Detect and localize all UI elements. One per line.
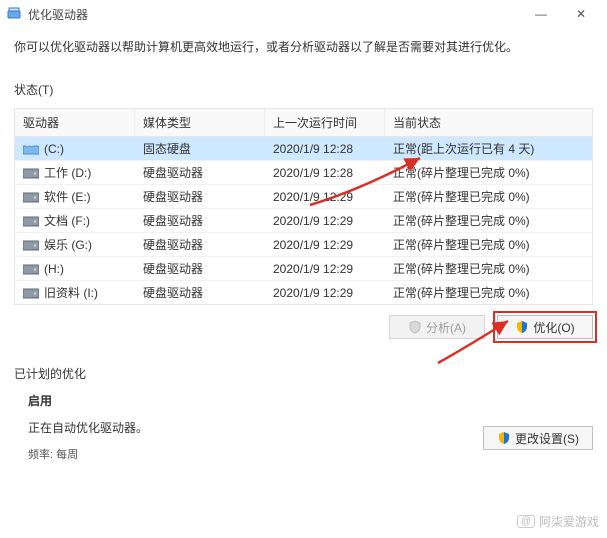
action-buttons: 分析(A) 优化(O) bbox=[0, 305, 607, 347]
last-run-cell: 2020/1/9 12:29 bbox=[265, 185, 385, 208]
schedule-heading: 已计划的优化 bbox=[0, 347, 607, 384]
analyze-label: 分析(A) bbox=[426, 319, 466, 336]
last-run-cell: 2020/1/9 12:29 bbox=[265, 257, 385, 280]
status-cell: 正常(距上次运行已有 4 天) bbox=[385, 137, 592, 160]
status-cell: 正常(碎片整理已完成 0%) bbox=[385, 281, 592, 304]
shield-icon bbox=[497, 431, 511, 445]
drive-icon bbox=[23, 167, 39, 179]
last-run-cell: 2020/1/9 12:29 bbox=[265, 233, 385, 256]
app-icon bbox=[6, 6, 22, 22]
optimize-label: 优化(O) bbox=[533, 319, 574, 336]
table-row[interactable]: (C:) 固态硬盘2020/1/9 12:28正常(距上次运行已有 4 天) bbox=[15, 137, 592, 161]
drive-icon bbox=[23, 215, 39, 227]
drive-name: 软件 (E:) bbox=[44, 188, 91, 205]
status-cell: 正常(碎片整理已完成 0%) bbox=[385, 209, 592, 232]
table-row[interactable]: 娱乐 (G:) 硬盘驱动器2020/1/9 12:29正常(碎片整理已完成 0%) bbox=[15, 233, 592, 257]
minimize-button[interactable]: — bbox=[521, 2, 561, 26]
last-run-cell: 2020/1/9 12:29 bbox=[265, 209, 385, 232]
optimize-button[interactable]: 优化(O) bbox=[497, 315, 593, 339]
media-type-cell: 固态硬盘 bbox=[135, 137, 265, 160]
status-cell: 正常(碎片整理已完成 0%) bbox=[385, 257, 592, 280]
description-text: 你可以优化驱动器以帮助计算机更高效地运行，或者分析驱动器以了解是否需要对其进行优… bbox=[0, 28, 607, 63]
watermark-text: 阿柒爱游戏 bbox=[539, 513, 599, 530]
status-cell: 正常(碎片整理已完成 0%) bbox=[385, 233, 592, 256]
media-type-cell: 硬盘驱动器 bbox=[135, 233, 265, 256]
status-cell: 正常(碎片整理已完成 0%) bbox=[385, 161, 592, 184]
title-bar: 优化驱动器 — ✕ bbox=[0, 0, 607, 28]
last-run-cell: 2020/1/9 12:29 bbox=[265, 281, 385, 304]
drive-name: (C:) bbox=[44, 142, 64, 156]
table-row[interactable]: 软件 (E:) 硬盘驱动器2020/1/9 12:29正常(碎片整理已完成 0%) bbox=[15, 185, 592, 209]
media-type-cell: 硬盘驱动器 bbox=[135, 161, 265, 184]
status-label: 状态(T) bbox=[0, 63, 607, 104]
close-button[interactable]: ✕ bbox=[561, 2, 601, 26]
media-type-cell: 硬盘驱动器 bbox=[135, 185, 265, 208]
col-status[interactable]: 当前状态 bbox=[385, 109, 592, 136]
last-run-cell: 2020/1/9 12:28 bbox=[265, 161, 385, 184]
drive-name-cell: (H:) bbox=[15, 257, 135, 280]
table-row[interactable]: 文档 (F:) 硬盘驱动器2020/1/9 12:29正常(碎片整理已完成 0%) bbox=[15, 209, 592, 233]
change-settings-label: 更改设置(S) bbox=[515, 430, 579, 447]
status-cell: 正常(碎片整理已完成 0%) bbox=[385, 185, 592, 208]
drive-icon bbox=[23, 191, 39, 203]
analyze-button: 分析(A) bbox=[389, 315, 485, 339]
col-media[interactable]: 媒体类型 bbox=[135, 109, 265, 136]
drive-name-cell: 娱乐 (G:) bbox=[15, 233, 135, 256]
schedule-block: 启用 正在自动优化驱动器。 频率: 每周 bbox=[0, 384, 607, 462]
drive-name: 娱乐 (G:) bbox=[44, 236, 92, 253]
table-row[interactable]: 工作 (D:) 硬盘驱动器2020/1/9 12:28正常(碎片整理已完成 0%) bbox=[15, 161, 592, 185]
drive-name-cell: 文档 (F:) bbox=[15, 209, 135, 232]
media-type-cell: 硬盘驱动器 bbox=[135, 209, 265, 232]
media-type-cell: 硬盘驱动器 bbox=[135, 281, 265, 304]
grid-header: 驱动器 媒体类型 上一次运行时间 当前状态 bbox=[15, 108, 592, 137]
drive-icon bbox=[23, 143, 39, 155]
drive-grid: 驱动器 媒体类型 上一次运行时间 当前状态 (C:)固态硬盘2020/1/9 1… bbox=[14, 108, 593, 305]
window-title: 优化驱动器 bbox=[28, 6, 521, 23]
drive-name: 旧资料 (I:) bbox=[44, 284, 98, 301]
drive-name-cell: 软件 (E:) bbox=[15, 185, 135, 208]
enable-label: 启用 bbox=[28, 392, 593, 409]
watermark-badge: @ bbox=[517, 515, 535, 528]
change-settings-button[interactable]: 更改设置(S) bbox=[483, 426, 593, 450]
media-type-cell: 硬盘驱动器 bbox=[135, 257, 265, 280]
shield-icon bbox=[408, 320, 422, 334]
last-run-cell: 2020/1/9 12:28 bbox=[265, 137, 385, 160]
drive-name: (H:) bbox=[44, 262, 64, 276]
drive-name: 工作 (D:) bbox=[44, 164, 91, 181]
drive-icon bbox=[23, 287, 39, 299]
col-last-run[interactable]: 上一次运行时间 bbox=[265, 109, 385, 136]
drive-name-cell: 旧资料 (I:) bbox=[15, 281, 135, 304]
drive-icon bbox=[23, 263, 39, 275]
drive-name-cell: 工作 (D:) bbox=[15, 161, 135, 184]
col-drive[interactable]: 驱动器 bbox=[15, 109, 135, 136]
table-row[interactable]: 旧资料 (I:) 硬盘驱动器2020/1/9 12:29正常(碎片整理已完成 0%… bbox=[15, 281, 592, 305]
watermark: @ 阿柒爱游戏 bbox=[517, 513, 599, 530]
table-row[interactable]: (H:) 硬盘驱动器2020/1/9 12:29正常(碎片整理已完成 0%) bbox=[15, 257, 592, 281]
drive-icon bbox=[23, 239, 39, 251]
shield-icon bbox=[515, 320, 529, 334]
drive-name: 文档 (F:) bbox=[44, 212, 90, 229]
drive-name-cell: (C:) bbox=[15, 137, 135, 160]
